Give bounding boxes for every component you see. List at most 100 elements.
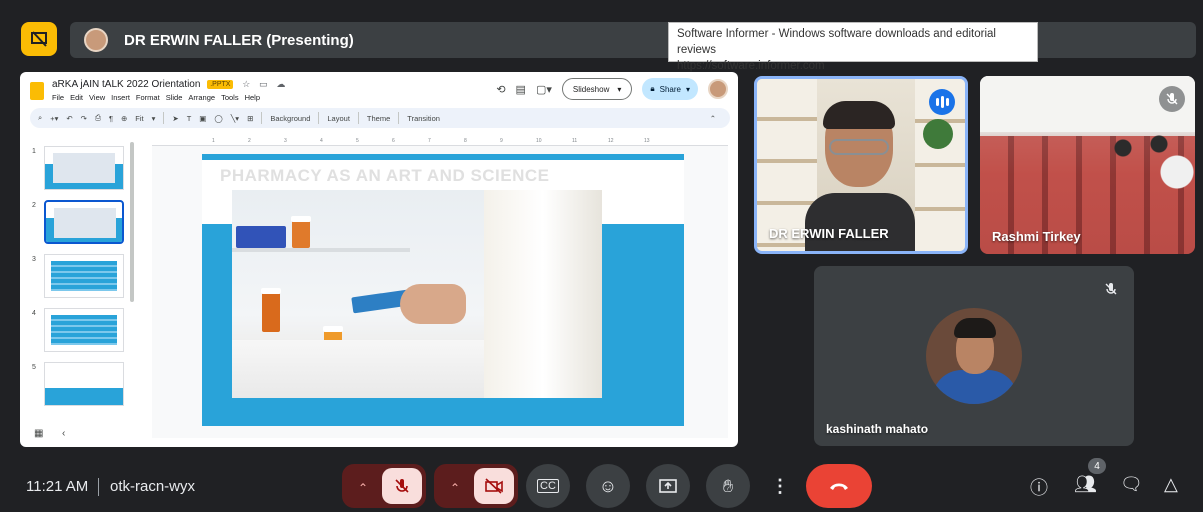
image-icon[interactable]: ▣: [199, 114, 206, 123]
history-icon[interactable]: ⟲: [496, 83, 505, 96]
slideshow-button[interactable]: Slideshow ▾: [561, 78, 633, 100]
file-type-badge: .PPTX: [207, 80, 234, 89]
tooltip: Software Informer - Windows software dow…: [668, 22, 1038, 72]
ruler-tick: 10: [536, 138, 542, 144]
slide-thumbnail[interactable]: [44, 254, 124, 298]
avatar: [84, 28, 108, 52]
chat-icon[interactable]: 🗨︎: [1120, 474, 1143, 495]
share-button[interactable]: 🔒︎ Share ▾: [642, 78, 698, 100]
zoom-icon[interactable]: ⊕: [121, 114, 127, 123]
meeting-code: otk-racn-wyx: [110, 478, 196, 495]
tooltip-line1: Software Informer - Windows software dow…: [677, 28, 996, 56]
chevron-up-icon[interactable]: ⌃: [710, 114, 716, 123]
ruler-tick: 1: [212, 138, 215, 144]
shape-icon[interactable]: ◯: [214, 114, 222, 123]
divider: [357, 112, 359, 124]
activities-icon[interactable]: △: [1164, 474, 1178, 495]
menu-slide[interactable]: Slide: [166, 93, 183, 102]
chevron-up-icon[interactable]: ⌃: [450, 481, 460, 495]
participant-name: Rashmi Tirkey: [992, 229, 1081, 244]
participant-name: DR ERWIN FALLER: [769, 226, 889, 241]
reactions-button[interactable]: ☺: [586, 464, 630, 508]
hand-icon: ✋︎: [722, 475, 734, 496]
camera-toggle-button[interactable]: [474, 468, 514, 504]
people-icon[interactable]: 👥︎: [1074, 474, 1097, 495]
raise-hand-button[interactable]: ✋︎: [706, 464, 750, 508]
hand: [400, 284, 466, 324]
chevron-up-icon[interactable]: ⌃: [358, 481, 368, 495]
chevron-down-icon[interactable]: ▾: [152, 114, 156, 123]
slide-stripe: [202, 154, 684, 160]
menu-edit[interactable]: Edit: [70, 93, 83, 102]
ruler: 1 2 3 4 5 6 7 8 9 10 11 12 13: [152, 138, 728, 146]
ruler-tick: 12: [608, 138, 614, 144]
pharmacy-photo: [232, 190, 602, 398]
menu-view[interactable]: View: [89, 93, 105, 102]
speaking-indicator-icon: [929, 89, 955, 115]
menu-insert[interactable]: Insert: [111, 93, 130, 102]
doc-right-tools: ⟲ ▤ ▢▾ Slideshow ▾ 🔒︎ Share ▾: [496, 78, 728, 100]
mic-toggle-button[interactable]: [382, 468, 422, 504]
menu-tools[interactable]: Tools: [221, 93, 239, 102]
redo-icon[interactable]: ↷: [81, 114, 87, 123]
zoom-select[interactable]: Fit: [135, 114, 143, 123]
star-icon[interactable]: ☆: [242, 79, 250, 90]
comment-add-icon[interactable]: ⊞: [247, 114, 253, 123]
thumb-number: 1: [32, 148, 36, 155]
menu-help[interactable]: Help: [245, 93, 260, 102]
paint-format-icon[interactable]: ¶: [109, 114, 113, 123]
slides-logo-icon: [30, 82, 44, 100]
captions-button[interactable]: CC: [526, 464, 570, 508]
transition-button[interactable]: Transition: [407, 114, 440, 123]
background-button[interactable]: Background: [270, 114, 310, 123]
slide-thumbnail[interactable]: [44, 308, 124, 352]
grid-view-icon[interactable]: ▦: [34, 428, 43, 439]
camera-off-icon: [485, 478, 503, 494]
plant: [923, 119, 953, 149]
theme-button[interactable]: Theme: [367, 114, 390, 123]
leave-call-button[interactable]: [806, 464, 872, 508]
presentation-icon[interactable]: [21, 22, 57, 56]
camera-icon[interactable]: ▢▾: [536, 83, 552, 96]
slide-thumbnail-selected[interactable]: [44, 200, 124, 244]
print-icon[interactable]: ⎙: [95, 113, 101, 123]
chevron-down-icon[interactable]: ▾: [686, 85, 690, 94]
chevron-left-icon[interactable]: ‹: [62, 428, 65, 439]
comments-icon[interactable]: ▤: [516, 83, 526, 96]
avatar[interactable]: [708, 79, 728, 99]
new-slide-icon[interactable]: +▾: [50, 114, 58, 123]
edit-toolbar: ⌕ +▾ ↶ ↷ ⎙ ¶ ⊕ Fit ▾ ➤ T ▣ ◯ ╲▾ ⊞ Backgr…: [30, 108, 730, 128]
ruler-tick: 3: [284, 138, 287, 144]
textbox-icon[interactable]: T: [187, 114, 192, 123]
select-icon[interactable]: ➤: [172, 114, 178, 123]
emoji-icon: ☺: [598, 475, 618, 496]
slide-thumbnail[interactable]: [44, 362, 124, 406]
divider: [261, 112, 263, 124]
captions-icon: CC: [537, 479, 559, 493]
layout-button[interactable]: Layout: [327, 114, 350, 123]
menu-format[interactable]: Format: [136, 93, 160, 102]
current-slide[interactable]: PHARMACY AS AN ART AND SCIENCE: [202, 154, 684, 426]
divider: [318, 112, 320, 124]
search-icon[interactable]: ⌕: [38, 113, 42, 123]
participant-tile-rashmi[interactable]: Rashmi Tirkey: [980, 76, 1195, 254]
cloud-icon: ☁: [276, 79, 286, 89]
undo-icon[interactable]: ↶: [66, 114, 72, 123]
slide-thumbnail[interactable]: [44, 146, 124, 190]
participant-tile-kashinath[interactable]: kashinath mahato: [814, 266, 1134, 446]
present-button[interactable]: [646, 464, 690, 508]
mic-off-icon: [1159, 86, 1185, 112]
line-icon[interactable]: ╲▾: [231, 114, 239, 123]
audience: [1105, 124, 1195, 204]
more-options-button[interactable]: ⋮: [768, 464, 792, 508]
filmstrip-scrollbar[interactable]: [130, 142, 134, 302]
menu-file[interactable]: File: [52, 93, 64, 102]
doc-title[interactable]: aRKA jAIN tALK 2022 Orientation: [52, 79, 200, 90]
menu-bar: File Edit View Insert Format Slide Arran…: [52, 93, 260, 102]
folder-icon[interactable]: ▭: [259, 79, 268, 90]
menu-arrange[interactable]: Arrange: [188, 93, 215, 102]
participant-tile-erwin[interactable]: DR ERWIN FALLER: [754, 76, 968, 254]
ruler-tick: 8: [464, 138, 467, 144]
info-icon[interactable]: ⓘ: [1030, 474, 1048, 500]
chevron-down-icon[interactable]: ▾: [617, 85, 621, 94]
